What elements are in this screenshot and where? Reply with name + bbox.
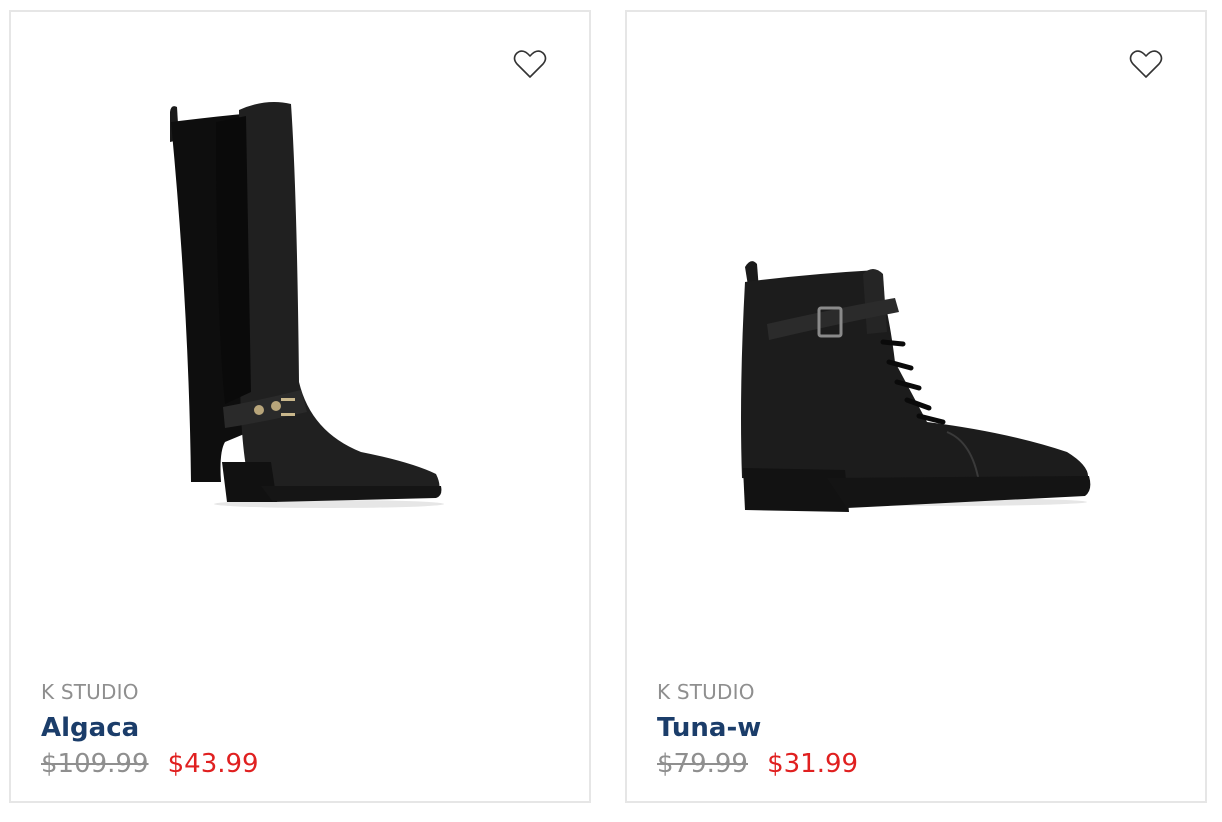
- sale-price: $31.99: [767, 749, 859, 779]
- product-name-link[interactable]: Tuna-w: [657, 710, 1177, 746]
- product-info: K STUDIO Tuna-w $79.99 $31.99: [657, 678, 1177, 782]
- product-card[interactable]: K STUDIO Tuna-w $79.99 $31.99: [625, 10, 1207, 803]
- heart-outline-icon[interactable]: [1129, 48, 1163, 80]
- product-name-link[interactable]: Algaca: [41, 710, 561, 746]
- price-row: $109.99 $43.99: [41, 746, 561, 782]
- product-image-tall-boot[interactable]: [11, 12, 589, 652]
- price-row: $79.99 $31.99: [657, 746, 1177, 782]
- sale-price: $43.99: [167, 749, 259, 779]
- product-image-ankle-boot[interactable]: [627, 12, 1205, 652]
- original-price: $79.99: [657, 749, 748, 779]
- heart-outline-icon[interactable]: [513, 48, 547, 80]
- product-brand: K STUDIO: [41, 680, 139, 704]
- product-info: K STUDIO Algaca $109.99 $43.99: [41, 678, 561, 782]
- original-price: $109.99: [41, 749, 149, 779]
- product-card[interactable]: K STUDIO Algaca $109.99 $43.99: [9, 10, 591, 803]
- product-grid: K STUDIO Algaca $109.99 $43.99 K STUDIO …: [0, 0, 1222, 822]
- product-brand: K STUDIO: [657, 680, 755, 704]
